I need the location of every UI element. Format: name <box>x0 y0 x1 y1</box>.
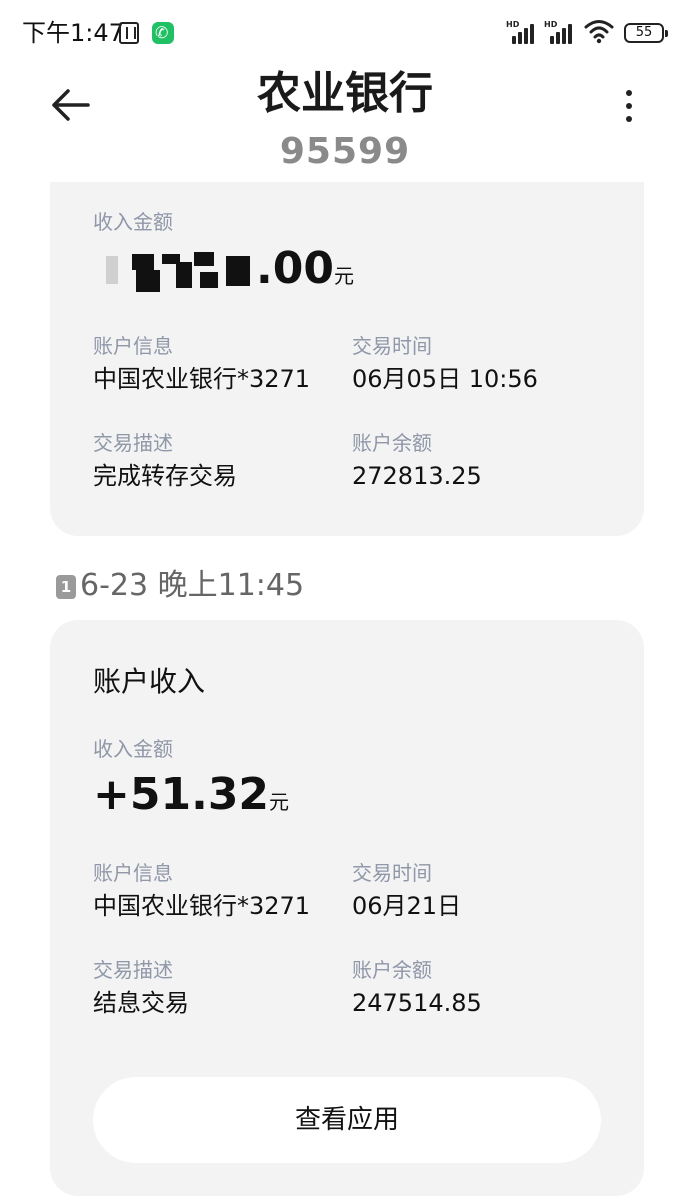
signal-icon: HD <box>506 20 540 44</box>
amount-number: +51.32 <box>93 769 270 820</box>
wifi-icon <box>584 20 614 44</box>
obscured-amount <box>106 248 256 292</box>
nfc-icon <box>119 22 139 44</box>
timestamp-text: 6-23 晚上11:45 <box>80 568 305 603</box>
hd-label: HD <box>544 20 558 29</box>
balance-label: 账户余额 <box>352 958 432 982</box>
battery-level: 55 <box>635 25 653 40</box>
balance-value: 247514.85 <box>352 989 482 1017</box>
amount-unit: 元 <box>269 790 290 814</box>
account-label: 账户信息 <box>93 861 173 885</box>
sim-card-icon: 1 <box>56 575 76 599</box>
view-app-button[interactable]: 查看应用 <box>93 1077 601 1163</box>
battery-icon: 55 <box>624 23 668 43</box>
status-time: 下午1:47 <box>22 19 124 47</box>
message-heading: 账户收入 <box>93 665 206 698</box>
contact-number: 95599 <box>279 131 411 172</box>
hd-label: HD <box>506 20 520 29</box>
description-value: 结息交易 <box>93 989 189 1017</box>
description-value: 完成转存交易 <box>93 462 237 490</box>
account-value: 中国农业银行*3271 <box>93 892 311 920</box>
time-label: 交易时间 <box>352 861 432 885</box>
account-label: 账户信息 <box>93 334 173 358</box>
amount-suffix: .00 <box>256 243 334 294</box>
time-value: 06月05日 10:56 <box>352 365 538 393</box>
call-icon <box>152 22 174 44</box>
time-label: 交易时间 <box>352 334 432 358</box>
contact-name: 农业银行 <box>257 68 433 119</box>
account-value: 中国农业银行*3271 <box>93 365 311 393</box>
amount-label: 收入金额 <box>93 210 173 234</box>
amount-value: .00元 <box>256 242 354 303</box>
balance-label: 账户余额 <box>352 431 432 455</box>
description-label: 交易描述 <box>93 431 173 455</box>
amount-value: +51.32元 <box>93 768 289 829</box>
signal-icon: HD <box>544 20 578 44</box>
time-value: 06月21日 <box>352 892 462 920</box>
more-options-icon[interactable] <box>614 86 644 126</box>
amount-unit: 元 <box>333 264 354 288</box>
message-timestamp: 1 6-23 晚上11:45 <box>56 566 304 606</box>
balance-value: 272813.25 <box>352 462 482 490</box>
description-label: 交易描述 <box>93 958 173 982</box>
amount-label: 收入金额 <box>93 737 173 761</box>
